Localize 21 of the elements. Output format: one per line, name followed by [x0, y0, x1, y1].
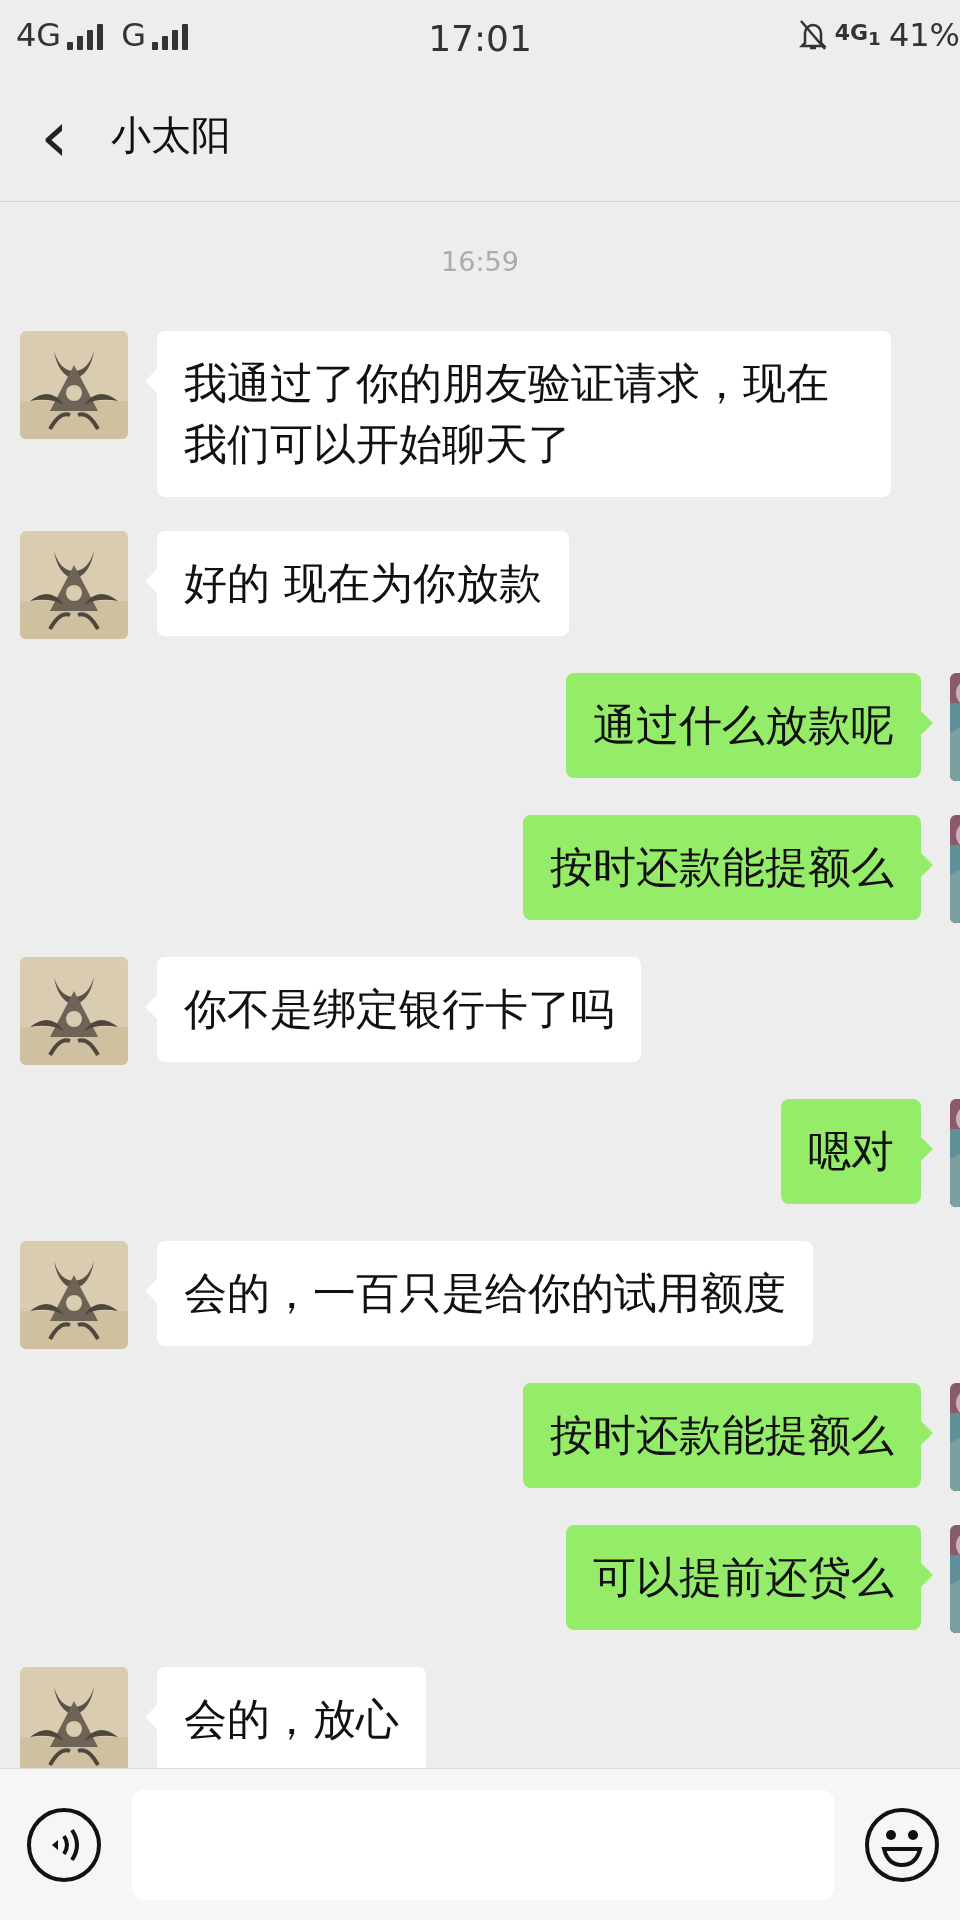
bell-muted-icon [798, 19, 827, 51]
battery-level: 41% [888, 16, 960, 54]
network-label: 4G [16, 16, 62, 54]
message-bubble: 按时还款能提额么 [523, 815, 921, 920]
voice-button[interactable] [26, 1806, 102, 1883]
message-bubble: 我通过了你的朋友验证请求，现在我们可以开始聊天了 [157, 331, 891, 497]
timestamp: 16:59 [441, 246, 519, 277]
message-bubble: 会的，一百只是给你的试用额度 [157, 1241, 813, 1346]
network-label: 4G$_{1}$ [834, 20, 881, 50]
message-bubble: 好的 现在为你放款 [157, 531, 569, 636]
network-label: G [121, 16, 146, 54]
message-bubble: 可以提前还贷么 [566, 1525, 921, 1630]
message-bubble: 通过什么放款呢 [566, 673, 921, 778]
message-bubble: 你不是绑定银行卡了吗 [157, 957, 641, 1062]
emoji-button[interactable] [864, 1806, 940, 1883]
clock-time: 17:01 [428, 18, 532, 59]
message-bubble: 按时还款能提额么 [523, 1383, 921, 1488]
message-bubble: 会的，放心 [157, 1667, 426, 1768]
message-bubble: 嗯对 [781, 1099, 921, 1204]
back-button[interactable]: ‹ [32, 95, 77, 176]
chat-title: 小太阳 [110, 111, 231, 160]
